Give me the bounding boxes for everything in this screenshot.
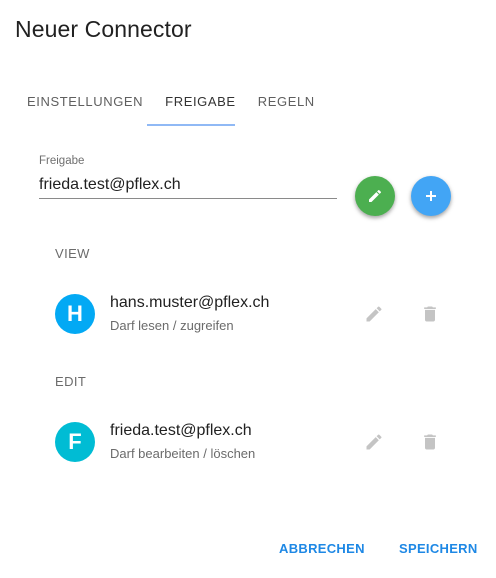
edit-entry-button[interactable]: [360, 428, 388, 456]
tab-freigabe[interactable]: FREIGABE: [154, 80, 247, 126]
add-share-button[interactable]: [411, 176, 451, 216]
plus-icon: [426, 191, 436, 201]
tab-regeln[interactable]: REGELN: [247, 80, 326, 126]
cancel-button[interactable]: ABBRECHEN: [279, 541, 365, 556]
save-button[interactable]: SPEICHERN: [399, 541, 478, 556]
avatar: F: [55, 422, 95, 462]
delete-entry-button[interactable]: [416, 300, 444, 328]
pencil-icon: [366, 434, 382, 450]
permission-description: Darf lesen / zugreifen: [110, 318, 234, 333]
edit-share-button[interactable]: [355, 176, 395, 216]
section-label-view: VIEW: [55, 246, 90, 261]
share-field-label: Freigabe: [39, 155, 85, 167]
user-email: hans.muster@pflex.ch: [110, 294, 270, 311]
delete-entry-button[interactable]: [416, 428, 444, 456]
avatar: H: [55, 294, 95, 334]
user-email: frieda.test@pflex.ch: [110, 422, 252, 439]
active-tab-indicator: [147, 124, 235, 126]
edit-entry-button[interactable]: [360, 300, 388, 328]
trash-icon: [424, 306, 436, 322]
section-label-edit: EDIT: [55, 374, 87, 389]
tab-bar: EINSTELLUNGEN FREIGABE REGELN: [16, 80, 326, 126]
pencil-icon: [366, 306, 382, 322]
share-email-input[interactable]: [39, 172, 337, 199]
share-entry-hans: H hans.muster@pflex.ch Darf lesen / zugr…: [55, 292, 455, 336]
connector-dialog: Neuer Connector EINSTELLUNGEN FREIGABE R…: [0, 0, 496, 578]
trash-icon: [424, 434, 436, 450]
tab-einstellungen[interactable]: EINSTELLUNGEN: [16, 80, 154, 126]
share-entry-frieda: F frieda.test@pflex.ch Darf bearbeiten /…: [55, 420, 455, 464]
permission-description: Darf bearbeiten / löschen: [110, 446, 256, 461]
dialog-title: Neuer Connector: [15, 16, 192, 42]
pencil-icon: [369, 189, 382, 202]
